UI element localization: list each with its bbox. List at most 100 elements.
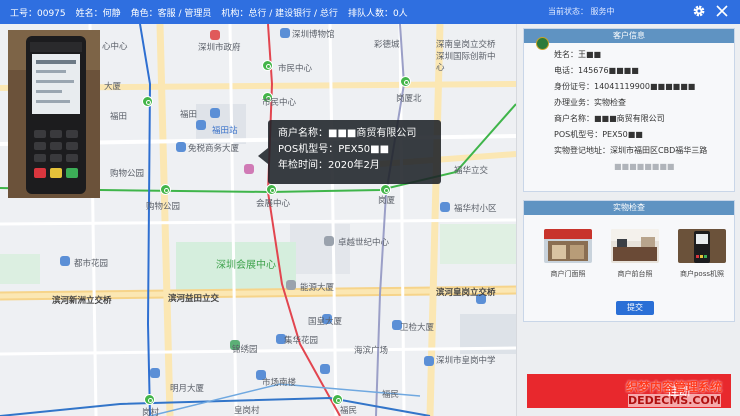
info-row-pos: POS机型号：PEX50■■: [554, 127, 726, 143]
tooltip-arrow: [258, 148, 268, 164]
building-poi-icon[interactable]: [60, 256, 70, 266]
business-value: 实物检查: [594, 98, 626, 107]
building-poi-icon[interactable]: [324, 236, 334, 246]
road-label: 滨河皇岗立交桥: [436, 288, 496, 298]
building-poi-icon[interactable]: [286, 280, 296, 290]
map-label: 市民中心: [262, 98, 297, 108]
service-state: 当前状态： 服务中: [548, 7, 615, 16]
id-label: 身份证号：: [554, 82, 594, 91]
map-label: 免税商务大厦: [188, 144, 240, 154]
info-row-name: 姓名：王■■: [554, 47, 726, 63]
school-poi-icon[interactable]: [424, 356, 434, 366]
map-label: 明月大厦: [170, 384, 205, 394]
address-value: 深圳市福田区CBD福华三路: [610, 146, 708, 155]
map-label: 卓越世纪中心: [338, 238, 390, 248]
map-label: 能源大厦: [300, 283, 335, 293]
tooltip-year-row: 年检时间：2020年2月: [278, 158, 431, 174]
map-label: 大厦: [104, 82, 122, 92]
map-label: 福民: [340, 406, 358, 416]
map-label: 市民中心: [278, 64, 313, 74]
museum-poi-icon[interactable]: [280, 28, 290, 38]
map-label: 心中心: [102, 42, 128, 52]
tooltip-merchant-label: 商户名称：: [278, 128, 328, 139]
merchant-location-icon[interactable]: [244, 164, 254, 174]
tooltip-year-value: 2020年2月: [328, 160, 380, 171]
thumb-caption: 商户前台照: [617, 270, 653, 278]
queue-count: 排队人数：0人: [347, 8, 408, 19]
map-label: 岗厦北: [396, 94, 422, 104]
pos-value: PEX50■■: [602, 130, 643, 139]
government-poi-icon[interactable]: [210, 30, 220, 40]
subway-station-icon[interactable]: [144, 394, 155, 405]
map-label: 都市花园: [74, 259, 109, 269]
map-label: 深圳博物馆: [292, 30, 335, 40]
building-poi-icon[interactable]: [320, 364, 330, 374]
map-label: 福华立交: [454, 166, 489, 176]
subway-station-icon[interactable]: [142, 96, 153, 107]
map-label: 福田站: [212, 126, 238, 136]
map-label: 卫检大厦: [400, 323, 435, 333]
pos-label: POS机型号：: [554, 130, 603, 139]
thumb-caption: 商户门面照: [550, 270, 586, 278]
pos-photo[interactable]: [678, 229, 726, 263]
subway-station-icon[interactable]: [266, 184, 277, 195]
info-row-business: 办理业务：实物检查: [554, 95, 726, 111]
customer-info-card: 客户信息 姓名：王■■ 电话：145676■■■■ 身份证号：140411199…: [523, 28, 735, 192]
map-label: 购物公园: [146, 202, 181, 212]
map-label: 市场南楼: [262, 378, 297, 388]
building-poi-icon[interactable]: [176, 142, 186, 152]
map-label: 国皇大厦: [308, 317, 343, 327]
phone-label: 电话：: [554, 66, 578, 75]
address-label: 实物登记地址：: [554, 146, 610, 155]
id-value: 14041119900■■■■■■: [594, 82, 696, 91]
building-poi-icon[interactable]: [440, 202, 450, 212]
customer-info-body: 姓名：王■■ 电话：145676■■■■ 身份证号：14041119900■■■…: [524, 43, 734, 175]
tooltip-pos-label: POS机型号：: [278, 144, 339, 155]
staff-org: 机构：总行 / 建设银行 / 总行: [221, 8, 338, 19]
tooltip-pos-value: PEX50■■: [338, 144, 390, 155]
map-label: 深圳市皇岗中学: [436, 356, 496, 366]
info-row-address-line2: ■■■■■■■■: [554, 159, 726, 175]
frontdesk-photo[interactable]: [611, 229, 659, 263]
frontdesk-photo-thumb[interactable]: 商户前台照: [611, 229, 659, 279]
map-label: 集华花园: [284, 336, 319, 346]
staff-role: 角色：客服 / 管理员: [130, 8, 212, 19]
tooltip-merchant-row: 商户名称：■■■商贸有限公司: [278, 126, 431, 142]
customer-info-title: 客户信息: [524, 29, 734, 43]
map-label: 购物公园: [110, 169, 145, 179]
merchant-value: ■■■商贸有限公司: [594, 114, 665, 123]
storefront-photo-thumb[interactable]: 商户门面照: [544, 229, 592, 279]
map-label: 锦绣园: [232, 345, 258, 355]
map-label: 深南皇岗立交桥: [436, 40, 496, 50]
address-line2: ■■■■■■■■: [614, 162, 675, 171]
map-label: 福民: [382, 390, 400, 400]
road-label: 滨河新洲立交桥: [52, 296, 112, 306]
tooltip-pos-row: POS机型号：PEX50■■: [278, 142, 431, 158]
map-label: 深圳国际创新中心: [436, 52, 496, 73]
submit-button[interactable]: 提交: [616, 301, 654, 315]
staff-id: 工号：00975: [10, 8, 66, 19]
info-row-merchant: 商户名称：■■■商贸有限公司: [554, 111, 726, 127]
pos-photo-thumb[interactable]: 商户poss机照: [678, 229, 726, 279]
subway-station-icon[interactable]: [262, 60, 273, 71]
subway-station-icon[interactable]: [400, 76, 411, 87]
building-poi-icon[interactable]: [210, 108, 220, 118]
merchant-tooltip: 商户名称：■■■商贸有限公司 POS机型号：PEX50■■ 年检时间：2020年…: [258, 120, 441, 184]
close-icon[interactable]: [714, 3, 730, 19]
pos-terminal-image: [8, 30, 100, 198]
map-label: 深圳市政府: [198, 43, 241, 53]
info-row-phone: 电话：145676■■■■: [554, 63, 726, 79]
train-station-icon[interactable]: [196, 120, 206, 130]
inspection-card: 实物检查 商户门面照 商户前台照 商户poss机照 提交: [523, 200, 735, 322]
thumb-caption: 商户poss机照: [679, 270, 725, 278]
storefront-photo[interactable]: [544, 229, 592, 263]
top-bar: 工号：00975 姓名：何静 角色：客服 / 管理员 机构：总行 / 建设银行 …: [0, 0, 740, 24]
subway-station-icon[interactable]: [160, 184, 171, 195]
watermark-text: 织梦内容管理系统: [626, 380, 723, 394]
name-value: 王■■: [578, 50, 602, 59]
name-label: 姓名：: [554, 50, 578, 59]
gear-icon[interactable]: [692, 4, 706, 18]
map-label: 会展中心: [256, 199, 291, 209]
building-poi-icon[interactable]: [150, 368, 160, 378]
map-label: 福田: [180, 110, 198, 120]
